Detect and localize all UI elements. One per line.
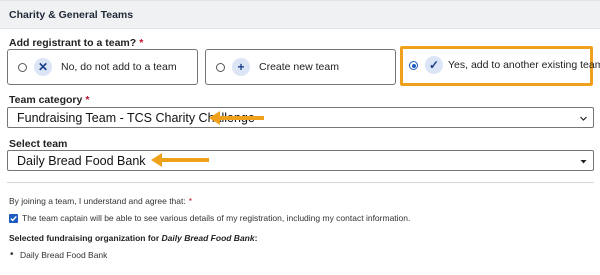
team-question-label: Add registrant to a team? * — [9, 37, 144, 49]
agreement-label: By joining a team, I understand and agre… — [9, 196, 193, 206]
option-no-team[interactable]: ✕ No, do not add to a team — [7, 49, 198, 85]
select-team-label: Select team — [9, 138, 68, 150]
radio-create-team[interactable] — [216, 63, 225, 72]
annotation-arrow — [151, 153, 209, 167]
team-category-select[interactable]: Fundraising Team - TCS Charity Challenge — [7, 107, 594, 128]
plus-icon: + — [232, 58, 250, 76]
team-category-label: Team category * — [9, 94, 90, 106]
required-mark: * — [85, 94, 90, 106]
agreement-checkbox[interactable] — [9, 214, 18, 223]
section-header: Charity & General Teams — [0, 0, 600, 29]
chevron-down-icon — [580, 116, 587, 121]
divider — [7, 182, 594, 183]
option-no-team-label: No, do not add to a team — [61, 61, 177, 73]
required-mark: * — [188, 196, 193, 206]
checkmark-icon — [10, 216, 17, 222]
option-existing-team[interactable]: ✓ Yes, add to another existing team — [400, 46, 600, 86]
radio-no-team[interactable] — [18, 63, 27, 72]
option-existing-team-label: Yes, add to another existing team — [448, 59, 600, 71]
list-item: Daily Bread Food Bank — [10, 249, 107, 260]
select-team-select[interactable]: Daily Bread Food Bank — [7, 150, 594, 171]
caret-down-icon — [580, 160, 587, 164]
select-team-value: Daily Bread Food Bank — [17, 154, 146, 168]
x-icon: ✕ — [34, 58, 52, 76]
option-create-team-label: Create new team — [259, 61, 339, 73]
agreement-checkbox-text: The team captain will be able to see var… — [22, 213, 411, 223]
radio-existing-team[interactable] — [409, 61, 418, 70]
option-create-team[interactable]: + Create new team — [205, 49, 396, 85]
section-title: Charity & General Teams — [9, 9, 134, 21]
required-mark: * — [139, 37, 144, 49]
check-icon: ✓ — [425, 56, 443, 74]
organization-heading: Selected fundraising organization for Da… — [9, 233, 258, 243]
annotation-arrow — [209, 111, 264, 125]
